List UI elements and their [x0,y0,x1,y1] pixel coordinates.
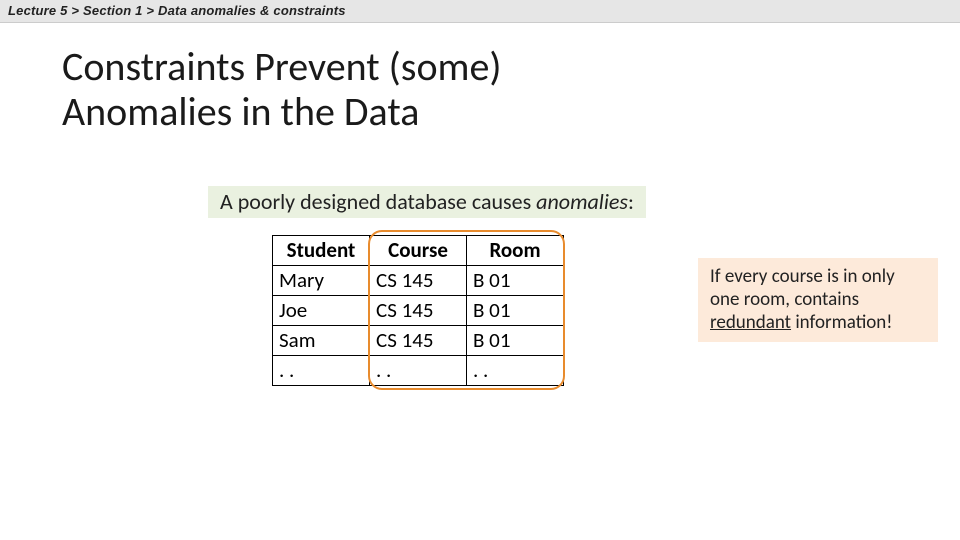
cell: . . [370,356,467,386]
subtitle-pre: A poorly designed database causes [220,188,536,215]
data-table-wrap: Student Course Room Mary CS 145 B 01 Joe… [272,235,564,386]
col-course: Course [370,236,467,266]
callout-box: If every course is in only one room, con… [698,258,938,342]
callout-pre: If every course is in only one room, con… [710,265,895,311]
table-header-row: Student Course Room [273,236,564,266]
cell: Sam [273,326,370,356]
col-student: Student [273,236,370,266]
table-row: . . . . . . [273,356,564,386]
callout-post: information! [791,311,892,334]
cell: CS 145 [370,296,467,326]
cell: CS 145 [370,326,467,356]
breadcrumb: Lecture 5 > Section 1 > Data anomalies &… [0,0,960,23]
page-title: Constraints Prevent (some) Anomalies in … [62,45,960,135]
cell: B 01 [467,296,564,326]
subtitle-box: A poorly designed database causes anomal… [208,186,646,218]
table-row: Joe CS 145 B 01 [273,296,564,326]
col-room: Room [467,236,564,266]
data-table: Student Course Room Mary CS 145 B 01 Joe… [272,235,564,386]
subtitle-post: : [628,188,634,215]
cell: Mary [273,266,370,296]
subtitle-em: anomalies [536,188,628,215]
cell: . . [467,356,564,386]
cell: Joe [273,296,370,326]
cell: . . [273,356,370,386]
table-row: Mary CS 145 B 01 [273,266,564,296]
cell: CS 145 [370,266,467,296]
callout-em: redundant [710,311,791,334]
cell: B 01 [467,266,564,296]
cell: B 01 [467,326,564,356]
title-line-1: Constraints Prevent (some) [62,42,502,91]
table-row: Sam CS 145 B 01 [273,326,564,356]
title-line-2: Anomalies in the Data [62,87,419,136]
